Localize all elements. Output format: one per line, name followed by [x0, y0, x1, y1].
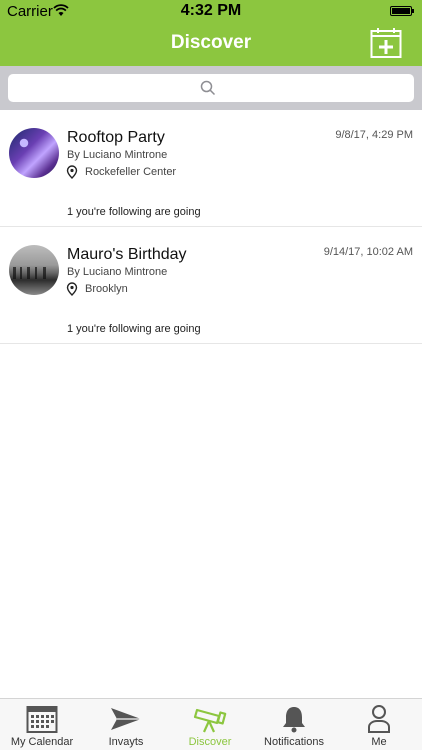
calendar-icon — [26, 706, 58, 733]
event-host: By Luciano Mintrone — [67, 149, 168, 161]
event-host: By Luciano Mintrone — [67, 266, 168, 278]
tab-my-calendar[interactable]: My Calendar — [0, 701, 84, 750]
event-row[interactable]: Rooftop Party By Luciano Mintrone Rockef… — [0, 110, 422, 227]
bell-icon — [283, 707, 305, 733]
search-bar — [0, 66, 422, 110]
status-bar: Carrier 4:32 PM — [0, 0, 422, 22]
event-location: Rockefeller Center — [85, 166, 177, 178]
location-pin-icon — [66, 282, 78, 296]
tab-invayts[interactable]: Invayts — [84, 701, 168, 750]
calendar-plus-icon[interactable] — [370, 27, 402, 59]
battery-icon — [390, 6, 414, 16]
search-icon — [200, 80, 216, 96]
event-row[interactable]: Mauro's Birthday By Luciano Mintrone Bro… — [0, 227, 422, 344]
event-title: Rooftop Party — [67, 129, 165, 146]
tab-label: Invayts — [108, 736, 144, 748]
event-following-count: 1 you're following are going — [67, 323, 201, 335]
event-following-count: 1 you're following are going — [67, 206, 201, 218]
tab-label: Notifications — [264, 736, 324, 748]
event-date: 9/8/17, 4:29 PM — [335, 129, 413, 141]
event-list: Rooftop Party By Luciano Mintrone Rockef… — [0, 110, 422, 344]
tab-label: Discover — [188, 736, 232, 748]
header-bar: Carrier 4:32 PM Discover — [0, 0, 422, 66]
paper-plane-icon — [111, 708, 141, 730]
tab-label: My Calendar — [10, 736, 74, 748]
event-title: Mauro's Birthday — [67, 246, 187, 263]
status-time: 4:32 PM — [180, 2, 242, 19]
tab-notifications[interactable]: Notifications — [252, 701, 336, 750]
search-input[interactable] — [8, 74, 414, 102]
tab-me[interactable]: Me — [336, 701, 422, 750]
location-pin-icon — [66, 165, 78, 179]
event-location: Brooklyn — [85, 283, 128, 295]
telescope-icon — [193, 708, 227, 733]
page-title: Discover — [170, 32, 252, 53]
tab-bar: My Calendar Invayts Discover Notificatio… — [0, 698, 422, 750]
tab-discover[interactable]: Discover — [168, 701, 252, 750]
event-image — [9, 245, 59, 295]
event-date: 9/14/17, 10:02 AM — [323, 246, 413, 258]
tab-label: Me — [371, 736, 387, 748]
person-icon — [368, 705, 390, 733]
event-image — [9, 128, 59, 178]
